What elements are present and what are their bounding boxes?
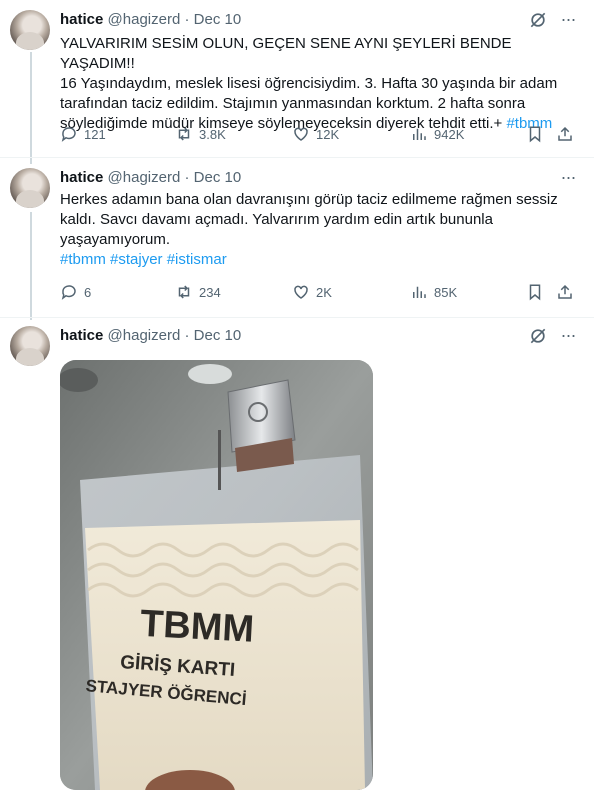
avatar[interactable]: [10, 10, 50, 50]
repost-button[interactable]: 234: [175, 282, 221, 302]
author-handle[interactable]: @hagizerd: [108, 169, 181, 186]
tweet-text: Herkes adamın bana olan davranışını görü…: [60, 190, 580, 270]
tweet-text-line: tarafından taciz edildim. Stajımın yanma…: [60, 95, 526, 112]
reply-count: 121: [84, 126, 106, 142]
author-name[interactable]: hatice: [60, 327, 103, 344]
tweet[interactable]: hatice @hagizerd · Dec 10 ··· Herkes ada…: [0, 158, 594, 318]
share-icon: [558, 126, 572, 141]
repost-count: 234: [199, 284, 221, 300]
tweet-text: YALVARIRIM SESİM OLUN, GEÇEN SENE AYNI Ş…: [60, 34, 580, 134]
tweet-text-line: Herkes adamın bana olan davranışını görü…: [60, 191, 558, 208]
bookmark-icon: [529, 126, 541, 143]
like-icon: [294, 285, 308, 299]
views-icon: [413, 128, 426, 140]
separator-dot: ·: [184, 11, 190, 28]
tweet-text-line: YALVARIRIM SESİM OLUN, GEÇEN SENE AYNI Ş…: [60, 35, 512, 72]
views-count: 942K: [434, 126, 465, 142]
more-icon[interactable]: ···: [558, 168, 578, 190]
share-icon: [558, 284, 572, 299]
tweet-text-line: kaldı. Savcı davamı açmadı. Yalvarırım y…: [60, 211, 493, 228]
tweet-header: hatice @hagizerd · Dec 10: [60, 10, 241, 30]
share-button[interactable]: [556, 124, 574, 144]
tweet-date[interactable]: Dec 10: [194, 327, 242, 344]
reply-count: 6: [84, 284, 92, 300]
more-icon[interactable]: ···: [558, 10, 578, 32]
hashtag-link[interactable]: #tbmm: [60, 251, 106, 268]
avatar[interactable]: [10, 326, 50, 366]
tweet-header: hatice @hagizerd · Dec 10: [60, 168, 241, 188]
tweet-text-line: yaşayamıyorum.: [60, 231, 171, 248]
like-count: 2K: [316, 284, 332, 300]
like-count: 12K: [316, 126, 340, 142]
separator-dot: ·: [184, 169, 190, 186]
bookmark-button[interactable]: [526, 282, 544, 302]
action-bar: 6 234 2K 85K: [60, 282, 580, 302]
reply-icon: [61, 127, 76, 142]
like-button[interactable]: 2K: [292, 282, 332, 302]
hashtag-link[interactable]: #stajyer: [110, 251, 163, 268]
tweet-header: hatice @hagizerd · Dec 10: [60, 326, 241, 346]
repost-button[interactable]: 3.8K: [175, 124, 226, 144]
author-name[interactable]: hatice: [60, 11, 103, 28]
tweet-media-photo[interactable]: TBMM GİRİŞ KARTI STAJYER ÖĞRENCİ: [60, 360, 373, 790]
hashtag-line: #tbmm #stajyer #istismar: [60, 250, 580, 270]
repost-icon: [178, 285, 190, 299]
like-button[interactable]: 12K: [292, 124, 339, 144]
action-bar: 121 3.8K 12K 942K: [60, 124, 580, 144]
like-icon: [294, 127, 308, 141]
author-handle[interactable]: @hagizerd: [108, 11, 181, 28]
bookmark-button[interactable]: [526, 124, 544, 144]
views-button[interactable]: 942K: [410, 124, 464, 144]
views-icon: [413, 286, 426, 298]
tweet-text-line: 16 Yaşındaydım, meslek lisesi öğrencisiy…: [60, 75, 558, 92]
avatar[interactable]: [10, 168, 50, 208]
author-name[interactable]: hatice: [60, 169, 103, 186]
badge-photo: TBMM GİRİŞ KARTI STAJYER ÖĞRENCİ: [60, 360, 373, 790]
bookmark-icon: [529, 284, 541, 301]
grok-icon[interactable]: [528, 326, 548, 346]
share-button[interactable]: [556, 282, 574, 302]
card-title: TBMM: [139, 603, 255, 651]
author-handle[interactable]: @hagizerd: [108, 327, 181, 344]
repost-count: 3.8K: [199, 126, 226, 142]
more-icon[interactable]: ···: [558, 326, 578, 348]
hashtag-link[interactable]: #istismar: [167, 251, 227, 268]
reply-button[interactable]: 121: [60, 124, 106, 144]
reply-icon: [61, 285, 76, 300]
tweet-date[interactable]: Dec 10: [194, 11, 242, 28]
reply-button[interactable]: 6: [60, 282, 91, 302]
tweet-date[interactable]: Dec 10: [194, 169, 242, 186]
views-button[interactable]: 85K: [410, 282, 457, 302]
grok-icon[interactable]: [528, 10, 548, 30]
tweet[interactable]: hatice @hagizerd · Dec 10 ··· YALVARIRIM…: [0, 0, 594, 158]
views-count: 85K: [434, 284, 458, 300]
repost-icon: [178, 127, 190, 141]
separator-dot: ·: [184, 327, 190, 344]
